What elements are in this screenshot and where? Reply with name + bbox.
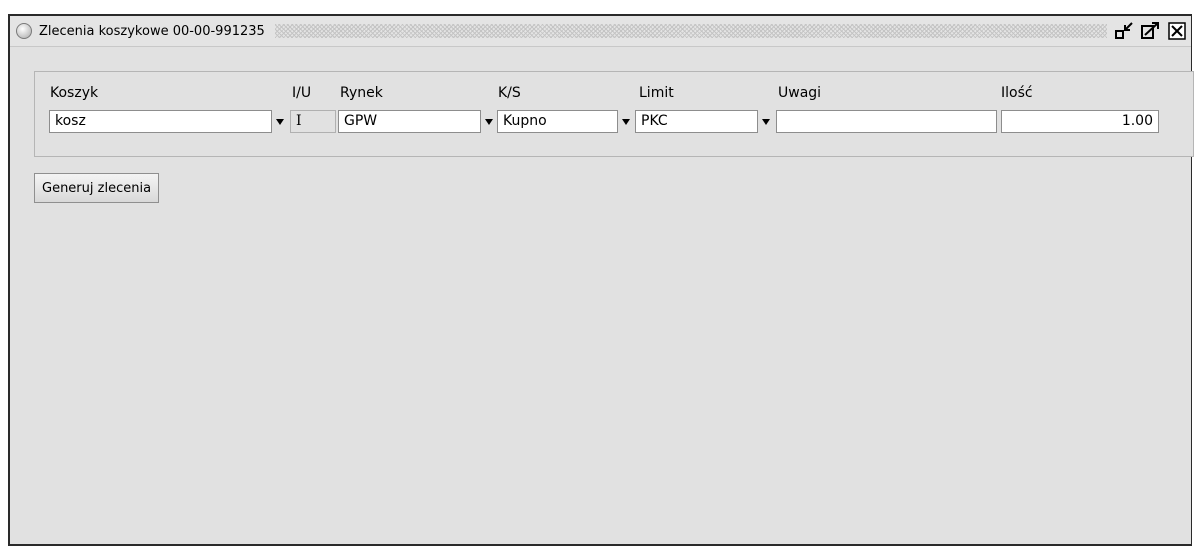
window-title: Zlecenia koszykowe 00-00-991235	[39, 23, 265, 39]
title-bar[interactable]: Zlecenia koszykowe 00-00-991235	[10, 16, 1191, 47]
label-iu: I/U	[292, 85, 312, 101]
ks-dropdown-arrow-icon[interactable]	[618, 110, 634, 133]
minimize-icon[interactable]	[1115, 21, 1135, 41]
close-icon[interactable]	[1167, 21, 1187, 41]
label-rynek: Rynek	[340, 85, 383, 101]
label-koszyk: Koszyk	[50, 85, 99, 101]
iu-field: I	[290, 110, 336, 133]
ks-select[interactable]: Kupno	[497, 110, 618, 133]
koszyk-select[interactable]: kosz	[49, 110, 272, 133]
window-controls	[1115, 21, 1187, 41]
koszyk-dropdown-arrow-icon[interactable]	[272, 110, 288, 133]
basket-orders-window: Zlecenia koszykowe 00-00-991235 Koszyk I…	[8, 14, 1194, 546]
label-uwagi: Uwagi	[778, 85, 822, 101]
order-form-panel: Koszyk I/U Rynek K/S Limit Uwagi Ilość k…	[34, 71, 1194, 157]
limit-select[interactable]: PKC	[635, 110, 758, 133]
title-grip	[274, 24, 1107, 38]
limit-dropdown-arrow-icon[interactable]	[758, 110, 774, 133]
label-ilosc: Ilość	[1001, 85, 1033, 101]
maximize-icon[interactable]	[1141, 21, 1161, 41]
rynek-select[interactable]: GPW	[338, 110, 481, 133]
ilosc-input[interactable]: 1.00	[1001, 110, 1159, 133]
label-ks: K/S	[498, 85, 521, 101]
radio-circle-icon	[16, 23, 32, 39]
generate-orders-button[interactable]: Generuj zlecenia	[34, 173, 160, 203]
rynek-dropdown-arrow-icon[interactable]	[481, 110, 497, 133]
label-limit: Limit	[639, 85, 674, 101]
uwagi-input[interactable]	[776, 110, 997, 133]
